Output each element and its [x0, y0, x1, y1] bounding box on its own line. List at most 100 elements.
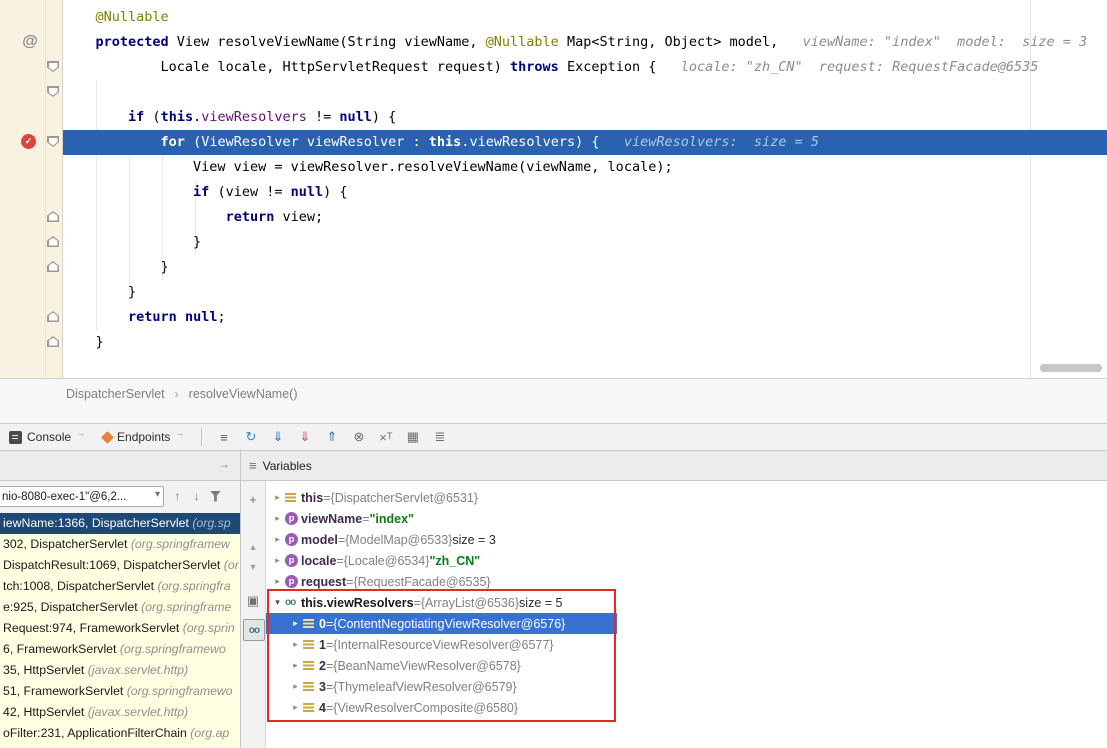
thread-dropdown[interactable]: nio-8080-exec-1"@6,2... ▾: [0, 486, 164, 507]
panel-divider[interactable]: [240, 451, 241, 748]
chevron-right-icon[interactable]: ▸: [288, 681, 303, 692]
funnel-icon: [210, 491, 221, 502]
frame-row[interactable]: 51, FrameworkServlet (org.springframewo: [0, 681, 240, 702]
chevron-right-icon[interactable]: ▸: [288, 639, 303, 650]
add-watch-icon[interactable]: +: [241, 489, 265, 509]
fold-start-icon[interactable]: [47, 136, 59, 147]
copy-icon[interactable]: ▣: [241, 591, 265, 611]
hamburger-menu-icon[interactable]: ≡: [210, 425, 237, 449]
fold-start-icon[interactable]: [47, 61, 59, 72]
frame-row[interactable]: 302, DispatcherServlet (org.springframew: [0, 534, 240, 555]
previous-frame-icon[interactable]: ↑: [168, 486, 187, 506]
code-line[interactable]: }: [63, 330, 1107, 355]
next-frame-icon[interactable]: ↓: [187, 486, 206, 506]
code-line[interactable]: if (this.viewResolvers != null) {: [63, 105, 1107, 130]
fold-end-icon[interactable]: [47, 311, 59, 322]
layout-settings-icon[interactable]: ≣: [426, 425, 453, 449]
chevron-right-icon[interactable]: ▸: [288, 702, 303, 713]
annotation-gutter-icon[interactable]: @: [20, 31, 40, 53]
frame-row[interactable]: DispatchResult:1069, DispatcherServlet (…: [0, 555, 240, 576]
fold-start-icon[interactable]: [47, 86, 59, 97]
variable-row[interactable]: ▸this = {DispatcherServlet@6531}: [266, 487, 1107, 508]
chevron-down-icon: ▾: [155, 489, 160, 500]
tab-endpoints-label: Endpoints: [117, 430, 170, 444]
code-line[interactable]: @Nullable: [63, 5, 1107, 30]
variable-row[interactable]: ▸1 = {InternalResourceViewResolver@6577}: [266, 634, 1107, 655]
variable-row[interactable]: ▸2 = {BeanNameViewResolver@6578}: [266, 655, 1107, 676]
code-line[interactable]: }: [63, 255, 1107, 280]
chevron-right-icon[interactable]: ▸: [270, 492, 285, 503]
fold-end-icon[interactable]: [47, 336, 59, 347]
tab-endpoints[interactable]: Endpoints →: [94, 424, 193, 450]
breadcrumb-class[interactable]: DispatcherServlet: [66, 387, 165, 401]
table-view-icon[interactable]: ▦: [399, 425, 426, 449]
breakpoint-icon[interactable]: ✓: [21, 134, 36, 149]
frame-row[interactable]: 35, HttpServlet (javax.servlet.http): [0, 660, 240, 681]
variable-row[interactable]: ▾oothis.viewResolvers = {ArrayList@6536}…: [266, 592, 1107, 613]
code-line[interactable]: }: [63, 280, 1107, 305]
ide-window: @ ✓ @Nullable protected View resolveView…: [0, 0, 1107, 748]
equals-sign: =: [362, 512, 369, 526]
frame-row[interactable]: e:925, DispatcherServlet (org.springfram…: [0, 597, 240, 618]
frame-row[interactable]: iewName:1366, DispatcherServlet (org.sp: [0, 513, 240, 534]
filter-icon[interactable]: [206, 486, 225, 506]
frame-row[interactable]: oFilter:231, ApplicationFilterChain (org…: [0, 723, 240, 744]
evaluate-expression-icon[interactable]: ×ᵀ: [372, 425, 399, 449]
hamburger-icon[interactable]: ≡: [249, 458, 257, 473]
code-line[interactable]: }: [63, 230, 1107, 255]
breadcrumb-method[interactable]: resolveViewName(): [189, 387, 298, 401]
execution-line[interactable]: for (ViewResolver viewResolver : this.vi…: [63, 130, 1107, 155]
force-step-into-icon[interactable]: ⇓: [291, 425, 318, 449]
fold-end-icon[interactable]: [47, 211, 59, 222]
show-watches-icon[interactable]: oo: [243, 619, 265, 641]
step-out-icon[interactable]: ⇑: [318, 425, 345, 449]
frame-row[interactable]: 42, HttpServlet (javax.servlet.http): [0, 702, 240, 723]
code-line[interactable]: View view = viewResolver.resolveViewName…: [63, 155, 1107, 180]
chevron-right-icon[interactable]: ▸: [270, 513, 285, 524]
fold-end-icon[interactable]: [47, 261, 59, 272]
variable-row[interactable]: ▸plocale = {Locale@6534} "zh_CN": [266, 550, 1107, 571]
scroll-down-icon[interactable]: ▾: [241, 557, 265, 577]
code-line[interactable]: return null;: [63, 305, 1107, 330]
variable-name: request: [301, 575, 346, 589]
variable-row[interactable]: ▸4 = {ViewResolverComposite@6580}: [266, 697, 1107, 718]
code-line[interactable]: return view;: [63, 205, 1107, 230]
variable-name: 0: [319, 617, 326, 631]
scroll-up-icon[interactable]: ▴: [241, 537, 265, 557]
code-line[interactable]: Locale locale, HttpServletRequest reques…: [63, 55, 1107, 80]
variable-row[interactable]: ▸0 = {ContentNegotiatingViewResolver@657…: [266, 613, 1107, 634]
frames-nav: ↑↓: [168, 486, 225, 506]
refresh-icon[interactable]: ↻: [237, 425, 264, 449]
chevron-right-icon[interactable]: ▸: [270, 534, 285, 545]
tab-console[interactable]: Console →: [0, 424, 94, 450]
chevron-right-icon[interactable]: ▸: [288, 618, 303, 629]
chevron-right-icon[interactable]: ▸: [288, 660, 303, 671]
chevron-right-icon[interactable]: ▸: [270, 576, 285, 587]
tab-console-label: Console: [27, 430, 71, 444]
equals-sign: =: [414, 596, 421, 610]
debug-toolbar: Console → Endpoints → ≡↻⇓⇓⇑⊗×ᵀ▦≣: [0, 423, 1107, 451]
variable-row[interactable]: ▸pviewName = "index": [266, 508, 1107, 529]
chevron-down-icon[interactable]: ▾: [270, 597, 285, 608]
frame-row[interactable]: Request:974, FrameworkServlet (org.sprin: [0, 618, 240, 639]
endpoints-icon: [101, 431, 114, 444]
mute-breakpoints-icon[interactable]: ⊗: [345, 425, 372, 449]
code-editor: @ ✓ @Nullable protected View resolveView…: [0, 0, 1107, 378]
fold-end-icon[interactable]: [47, 236, 59, 247]
code-line[interactable]: protected View resolveViewName(String vi…: [63, 30, 1107, 55]
chevron-right-icon[interactable]: ▸: [270, 555, 285, 566]
watch-icon: oo: [285, 597, 295, 608]
step-into-icon[interactable]: ⇓: [264, 425, 291, 449]
pin-icon[interactable]: →: [218, 457, 230, 471]
frame-row[interactable]: 6, FrameworkServlet (org.springframewo: [0, 639, 240, 660]
code-line[interactable]: [63, 80, 1107, 105]
frame-row[interactable]: tch:1008, DispatcherServlet (org.springf…: [0, 576, 240, 597]
variable-row[interactable]: ▸pmodel = {ModelMap@6533} size = 3: [266, 529, 1107, 550]
variable-name: viewName: [301, 512, 362, 526]
variable-row[interactable]: ▸3 = {ThymeleafViewResolver@6579}: [266, 676, 1107, 697]
code-line[interactable]: if (view != null) {: [63, 180, 1107, 205]
variable-string-value: "index": [369, 512, 414, 526]
variable-row[interactable]: ▸prequest = {RequestFacade@6535}: [266, 571, 1107, 592]
equals-sign: =: [326, 701, 333, 715]
panel-headers: → ≡ Variables: [0, 451, 1107, 481]
